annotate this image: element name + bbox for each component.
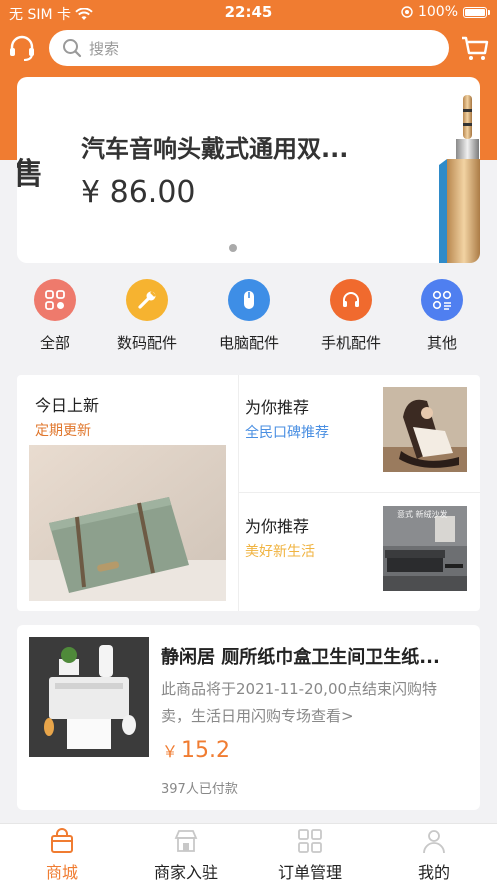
tab-label: 商家入驻 bbox=[153, 863, 218, 882]
category-label: 电脑配件 bbox=[218, 334, 279, 352]
tab-mine[interactable]: 我的 bbox=[384, 828, 484, 883]
divider bbox=[239, 492, 480, 493]
category-all[interactable]: 全部 bbox=[15, 279, 95, 353]
massage-chair-image bbox=[383, 387, 467, 472]
category-label: 手机配件 bbox=[320, 334, 381, 352]
headset-icon bbox=[330, 279, 372, 321]
orders-grid-icon bbox=[298, 829, 322, 853]
recommend-subtitle: 全民口碑推荐 bbox=[245, 425, 329, 441]
product-image bbox=[29, 637, 149, 757]
carousel-indicator-dot[interactable] bbox=[229, 244, 237, 252]
mouse-icon bbox=[228, 279, 270, 321]
search-input[interactable]: 搜索 bbox=[49, 30, 449, 66]
tab-orders[interactable]: 订单管理 bbox=[260, 828, 360, 883]
battery-icon bbox=[463, 6, 490, 18]
banner-price: ¥ 86.00 bbox=[81, 175, 196, 210]
category-phone[interactable]: 手机配件 bbox=[311, 279, 391, 353]
divider bbox=[238, 375, 239, 611]
battery-text: 100% bbox=[417, 4, 458, 20]
recommend-subtitle: 美好新生活 bbox=[245, 544, 315, 560]
new-today-subtitle: 定期更新 bbox=[35, 423, 91, 439]
tab-label: 商城 bbox=[45, 863, 78, 882]
status-right: 100% bbox=[401, 4, 490, 20]
category-computer[interactable]: 电脑配件 bbox=[209, 279, 289, 353]
new-today-title: 今日上新 bbox=[35, 396, 100, 415]
feature-panel: 今日上新 定期更新 为你推荐 全民口碑推荐 为你推荐 美好新生活 意式 新绒沙发 bbox=[17, 375, 480, 611]
category-label: 数码配件 bbox=[116, 334, 177, 352]
shopping-bag-icon bbox=[51, 828, 73, 853]
user-icon bbox=[423, 830, 445, 854]
orientation-lock-icon bbox=[401, 6, 413, 18]
banner-prev-slide-text: 售 bbox=[17, 157, 43, 192]
banner-carousel[interactable]: 售 汽车音响头戴式通用双... ¥ 86.00 bbox=[17, 77, 480, 263]
category-label: 其他 bbox=[426, 334, 457, 352]
audio-plug-image bbox=[439, 95, 480, 263]
top-bar: 搜索 bbox=[0, 28, 497, 68]
banner-title: 汽车音响头戴式通用双... bbox=[81, 135, 349, 163]
category-other[interactable]: 其他 bbox=[402, 279, 482, 353]
cart-icon[interactable] bbox=[460, 33, 490, 63]
customer-service-icon[interactable] bbox=[7, 33, 37, 63]
recommend-title: 为你推荐 bbox=[245, 517, 310, 536]
tab-mall[interactable]: 商城 bbox=[12, 828, 112, 883]
category-row: 全部 数码配件 电脑配件 手机配件 其他 bbox=[0, 279, 497, 359]
status-bar: 无 SIM 卡 22:45 100% bbox=[0, 0, 497, 26]
recommend-title: 为你推荐 bbox=[245, 398, 310, 417]
category-label: 全部 bbox=[39, 334, 70, 352]
paid-count: 397人已付款 bbox=[161, 782, 238, 797]
sofa-image: 意式 新绒沙发 bbox=[383, 506, 467, 591]
product-price-group: ￥ 15.2 bbox=[162, 738, 230, 763]
suitcase-image bbox=[29, 445, 226, 601]
tab-label: 订单管理 bbox=[277, 863, 342, 882]
product-card[interactable]: 静闲居 厕所纸巾盒卫生间卫生纸... 此商品将于2021-11-20,00点结束… bbox=[17, 625, 480, 810]
product-description: 此商品将于2021-11-20,00点结束闪购特卖，生活日用闪购专场查看> bbox=[161, 680, 438, 725]
apps-icon bbox=[421, 279, 463, 321]
tab-label: 我的 bbox=[417, 863, 450, 882]
store-icon bbox=[174, 830, 198, 852]
sofa-image-caption: 意式 新绒沙发 bbox=[397, 510, 448, 519]
search-icon bbox=[63, 39, 82, 58]
search-placeholder: 搜索 bbox=[89, 39, 120, 58]
tab-merchant[interactable]: 商家入驻 bbox=[136, 828, 236, 883]
product-price: 15.2 bbox=[181, 738, 230, 763]
product-name: 静闲居 厕所纸巾盒卫生间卫生纸... bbox=[161, 647, 440, 668]
wrench-icon bbox=[126, 279, 168, 321]
price-symbol: ￥ bbox=[162, 742, 179, 761]
tab-bar: 商城 商家入驻 订单管理 我的 bbox=[0, 823, 497, 883]
grid-icon bbox=[34, 279, 76, 321]
category-digital[interactable]: 数码配件 bbox=[107, 279, 187, 353]
